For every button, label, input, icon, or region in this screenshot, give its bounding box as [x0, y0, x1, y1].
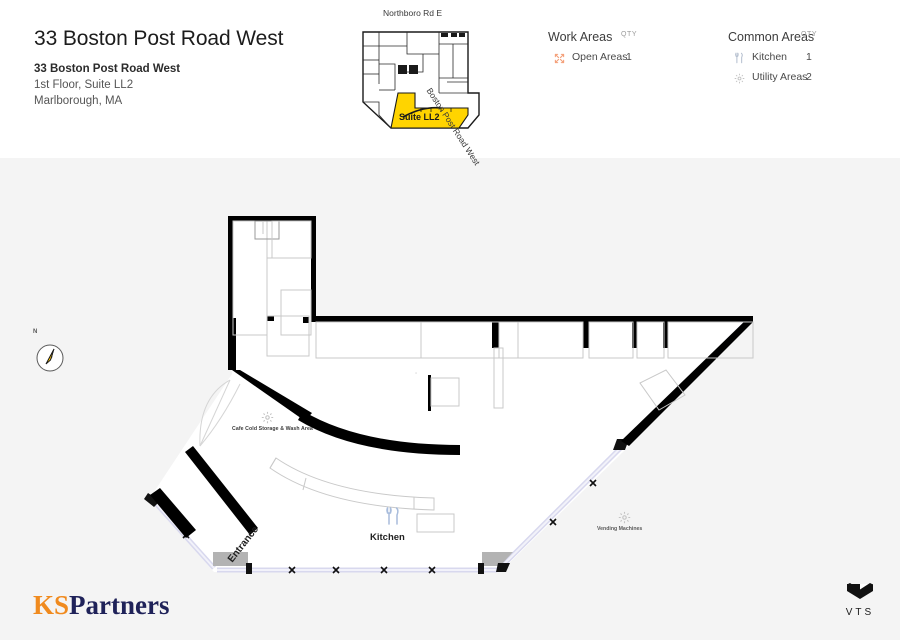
- legend-count: 1: [806, 51, 812, 63]
- ks-logo-mark: KS: [33, 590, 70, 620]
- header: 33 Boston Post Road West 33 Boston Post …: [0, 0, 900, 167]
- legend-label: Kitchen: [752, 51, 788, 63]
- gear-icon: [261, 411, 274, 424]
- ks-partners-logo: KSPartners: [33, 590, 170, 621]
- vts-chevron-icon: [847, 583, 873, 599]
- legend-label: Open Areas: [572, 51, 628, 63]
- legend-row-kitchen[interactable]: Kitchen 1: [728, 50, 883, 70]
- fork-knife-icon: [383, 506, 402, 526]
- legend-title: Work Areas: [548, 30, 613, 44]
- legend-label: Utility Areas: [752, 71, 808, 83]
- gear-icon: [618, 511, 631, 524]
- compass-rose[interactable]: N: [32, 329, 68, 376]
- keymap-graphic: [362, 31, 480, 129]
- legend-qty-header: QTY: [801, 31, 818, 38]
- keymap-street-north-label: Northboro Rd E: [383, 8, 443, 18]
- expand-arrows-icon: [553, 52, 565, 64]
- fork-knife-icon: [733, 52, 745, 64]
- legend-qty-header: QTY: [621, 31, 638, 38]
- legend-common-areas: Common Areas QTY Kitchen 1 Utility Areas…: [728, 28, 883, 90]
- address-city: Marlborough, MA: [34, 95, 123, 107]
- ks-logo-word: Partners: [69, 590, 170, 620]
- page-title: 33 Boston Post Road West: [34, 27, 284, 50]
- room-label-vending-machines: Vending Machines: [597, 526, 643, 532]
- address-floor: 1st Floor, Suite LL2: [34, 79, 134, 91]
- legend-row-open-areas[interactable]: Open Areas 1: [548, 50, 698, 70]
- legend-header: Common Areas QTY: [728, 28, 883, 50]
- vts-logo: VTS: [840, 582, 880, 618]
- legend-header: Work Areas QTY: [548, 28, 698, 50]
- key-map: Northboro Rd E Boston Post Road West Sui…: [355, 8, 520, 167]
- title-block: 33 Boston Post Road West 33 Boston Post …: [34, 26, 283, 109]
- gear-icon: [733, 72, 745, 84]
- legend-work-areas: Work Areas QTY Open Areas 1: [548, 28, 698, 70]
- address-name: 33 Boston Post Road West: [34, 63, 181, 75]
- room-label-cold-storage: Cafe Cold Storage & Wash Area: [232, 426, 313, 432]
- legend-count: 1: [626, 51, 632, 63]
- legend-count: 2: [806, 71, 812, 83]
- vts-wordmark: VTS: [845, 607, 875, 618]
- keymap-suite-label: Suite LL2: [399, 112, 440, 122]
- floor-plan-graphic: [144, 216, 754, 574]
- legend-row-utility-areas[interactable]: Utility Areas 2: [728, 70, 883, 90]
- room-label-kitchen: Kitchen: [370, 532, 405, 543]
- floorplan-page: 33 Boston Post Road West 33 Boston Post …: [0, 0, 900, 640]
- floor-plan-canvas[interactable]: N Cafe Cold Storage & Wash Area Kitchen …: [0, 158, 900, 640]
- compass-north-label: N: [33, 329, 38, 335]
